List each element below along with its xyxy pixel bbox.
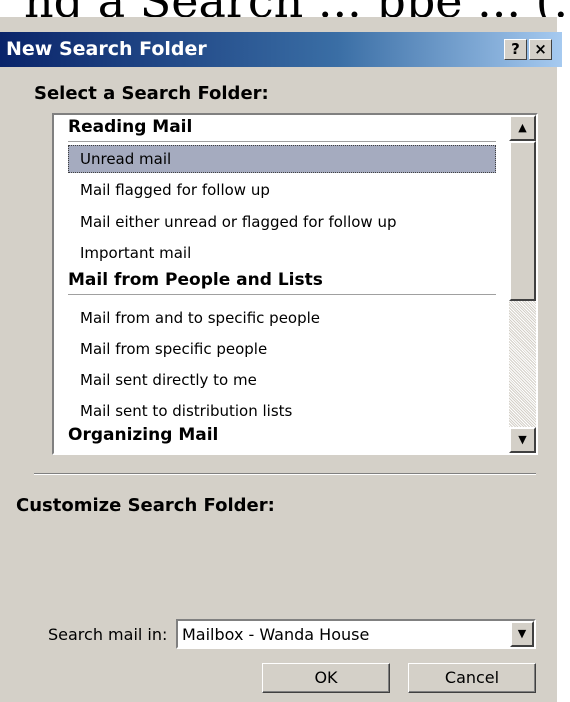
group-divider (68, 141, 496, 143)
list-item-distribution-lists[interactable]: Mail sent to distribution lists (80, 402, 292, 420)
list-item-sent-directly[interactable]: Mail sent directly to me (80, 371, 257, 389)
list-item-unread-or-flagged[interactable]: Mail either unread or flagged for follow… (80, 213, 397, 231)
arrow-down-icon[interactable]: ▼ (509, 427, 536, 453)
close-button[interactable]: × (529, 39, 552, 60)
listbox-vertical-scrollbar[interactable]: ▲ ▼ (509, 115, 536, 453)
help-button[interactable]: ? (504, 39, 527, 60)
list-item-from-and-to[interactable]: Mail from and to specific people (80, 309, 320, 327)
background-document: ng a Search ... ppe ... (... (0, 0, 570, 17)
cancel-button[interactable]: Cancel (408, 663, 536, 693)
list-item-important[interactable]: Important mail (80, 244, 191, 262)
search-folder-listbox[interactable]: Reading Mail Unread mail Mail flagged fo… (52, 113, 538, 455)
listbox-content: Reading Mail Unread mail Mail flagged fo… (54, 115, 509, 453)
group-header-organizing-mail: Organizing Mail (68, 425, 219, 445)
list-item-flagged[interactable]: Mail flagged for follow up (80, 181, 270, 199)
new-search-folder-dialog: New Search Folder ? × Select a Search Fo… (0, 17, 570, 702)
search-mail-in-label: Search mail in: (48, 625, 168, 644)
list-item-from-specific[interactable]: Mail from specific people (80, 340, 267, 358)
ok-button[interactable]: OK (262, 663, 390, 693)
group-divider (68, 294, 496, 296)
dialog-titlebar[interactable]: New Search Folder ? × (0, 32, 562, 67)
search-mail-in-dropdown[interactable]: Mailbox - Wanda House ▼ (176, 619, 536, 649)
scrollbar-thumb[interactable] (509, 141, 536, 301)
dialog-title: New Search Folder (6, 38, 207, 60)
dialog-right-edge (557, 17, 570, 702)
section-divider (34, 473, 536, 475)
arrow-up-icon[interactable]: ▲ (509, 115, 536, 141)
group-header-people-lists: Mail from People and Lists (68, 270, 323, 290)
background-caption-text: ng a Search ... ppe ... (... (24, 0, 570, 17)
chevron-down-icon[interactable]: ▼ (510, 621, 534, 647)
scrollbar-track[interactable] (509, 301, 536, 427)
search-mail-in-value: Mailbox - Wanda House (182, 625, 370, 644)
list-item-unread-mail[interactable]: Unread mail (80, 150, 171, 168)
group-header-reading-mail: Reading Mail (68, 117, 193, 137)
customize-search-folder-label: Customize Search Folder: (16, 495, 275, 516)
select-search-folder-label: Select a Search Folder: (34, 83, 269, 104)
